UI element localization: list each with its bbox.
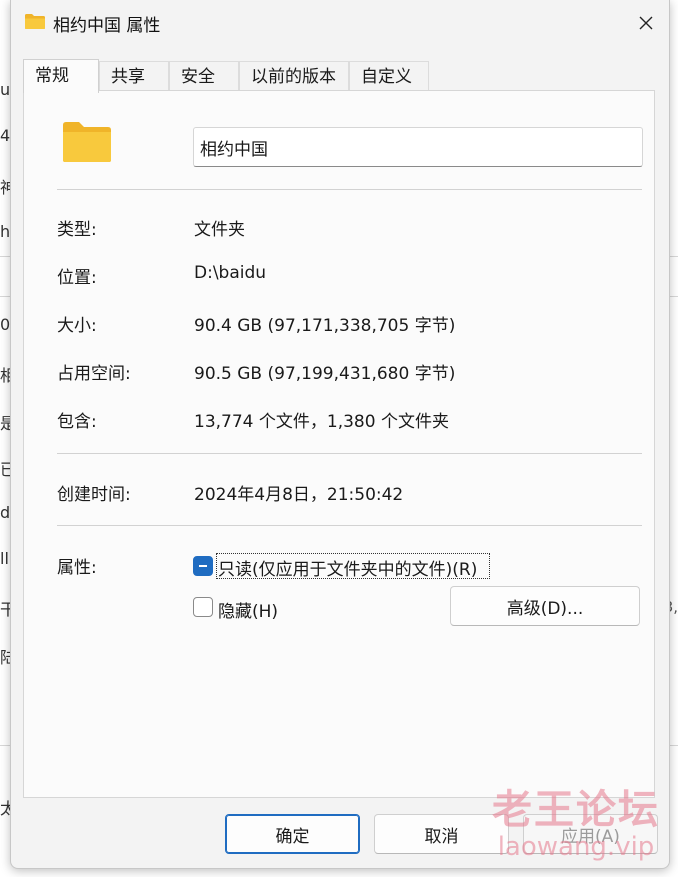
divider — [57, 525, 642, 526]
location-value: D:\baidu — [194, 263, 267, 283]
disk-size-label: 占用空间: — [57, 364, 131, 384]
divider — [57, 453, 642, 454]
location-label: 位置: — [57, 268, 97, 288]
disk-size-value: 90.5 GB (97,199,431,680 字节) — [194, 364, 456, 384]
title-bar[interactable]: 相约中国 属性 — [11, 0, 669, 46]
advanced-button[interactable]: 高级(D)... — [450, 586, 640, 626]
tab-security[interactable]: 安全 — [169, 61, 239, 91]
window-title: 相约中国 属性 — [53, 16, 161, 36]
properties-dialog: 相约中国 属性 常规 共享 安全 以前的版本 自定义 类型: 文件夹 位置: D… — [10, 0, 670, 869]
folder-icon — [63, 122, 111, 162]
close-icon — [639, 16, 653, 30]
folder-name-input[interactable] — [193, 127, 643, 167]
close-button[interactable] — [623, 0, 669, 46]
tab-customize[interactable]: 自定义 — [349, 61, 429, 91]
background-text: 0 — [0, 315, 11, 334]
folder-icon — [25, 14, 45, 29]
hidden-checkbox[interactable] — [193, 597, 213, 617]
cancel-button[interactable]: 取消 — [374, 814, 509, 854]
background-text: 4 — [0, 126, 11, 145]
apply-button[interactable]: 应用(A) — [523, 814, 658, 854]
hidden-label[interactable]: 隐藏(H) — [218, 597, 278, 622]
tab-sharing[interactable]: 共享 — [99, 61, 169, 91]
created-label: 创建时间: — [57, 485, 131, 505]
divider — [57, 189, 642, 190]
contains-value: 13,774 个文件，1,380 个文件夹 — [194, 412, 449, 432]
tab-general[interactable]: 常规 — [23, 59, 99, 93]
created-value: 2024年4月8日，21:50:42 — [194, 485, 404, 505]
size-value: 90.4 GB (97,171,338,705 字节) — [194, 316, 456, 336]
readonly-label[interactable]: 只读(仅应用于文件夹中的文件)(R) — [218, 555, 477, 580]
tab-previous-versions[interactable]: 以前的版本 — [239, 61, 349, 91]
general-panel: 类型: 文件夹 位置: D:\baidu 大小: 90.4 GB (97,171… — [23, 90, 655, 798]
readonly-checkbox[interactable] — [193, 556, 213, 576]
type-label: 类型: — [57, 220, 97, 240]
background-text: d — [0, 503, 11, 522]
contains-label: 包含: — [57, 412, 97, 432]
background-text: ll — [0, 549, 9, 568]
attributes-label: 属性: — [57, 558, 97, 578]
type-value: 文件夹 — [194, 220, 245, 240]
size-label: 大小: — [57, 316, 97, 336]
ok-button[interactable]: 确定 — [225, 814, 360, 854]
